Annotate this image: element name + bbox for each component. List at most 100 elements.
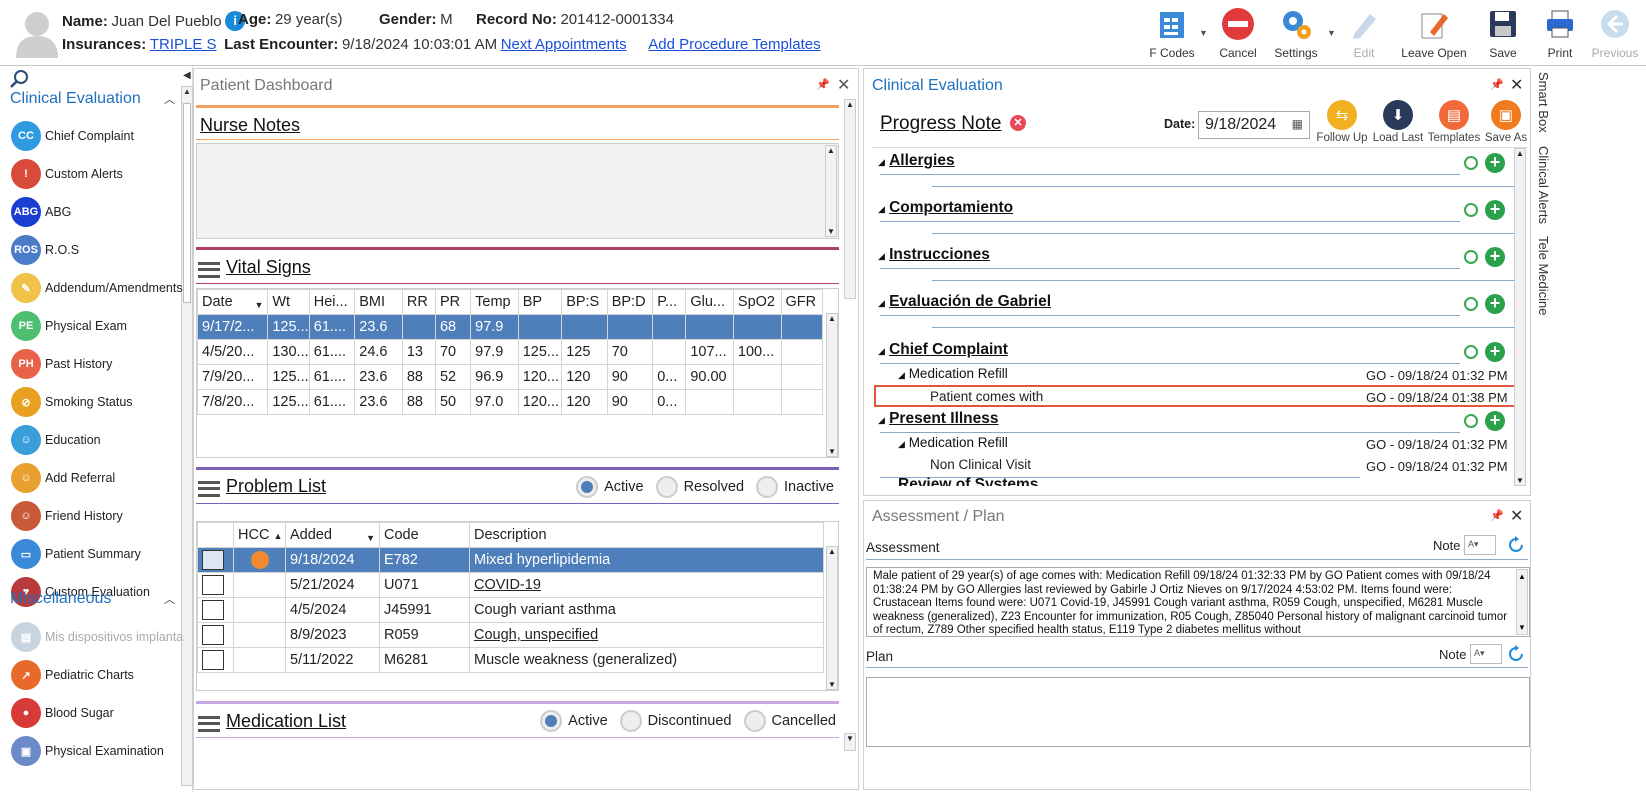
sort-dropdown-icon[interactable]: ▼: [366, 533, 375, 543]
row-checkbox[interactable]: [197, 572, 234, 598]
fcodes-button[interactable]: F Codes: [1140, 4, 1204, 62]
problem-description[interactable]: COVID-19: [469, 572, 824, 598]
present-illness-section[interactable]: ◢ Present Illness: [878, 410, 999, 428]
refresh-icon[interactable]: [1506, 644, 1526, 664]
load-last-button[interactable]: ⬇ Load Last: [1368, 100, 1428, 144]
row-checkbox[interactable]: [197, 647, 234, 673]
radio-inactive[interactable]: Inactive: [756, 476, 834, 498]
add-procedure-templates-link[interactable]: Add Procedure Templates: [648, 36, 820, 53]
add-icon[interactable]: +: [1485, 247, 1505, 267]
smart-box-tab[interactable]: Smart Box: [1536, 72, 1551, 133]
table-row[interactable]: 4/5/20... 130... 61.... 24.6 13 70 97.9 125... 1…: [197, 339, 824, 365]
sort-asc-icon[interactable]: ▲: [273, 531, 282, 541]
add-icon[interactable]: +: [1485, 200, 1505, 220]
close-icon[interactable]: ✕: [1510, 506, 1523, 526]
cc-medication-refill[interactable]: ◢ Medication Refill: [898, 366, 1008, 381]
radio-discontinued[interactable]: Discontinued: [619, 710, 732, 732]
collapse-section-icon[interactable]: ︿: [164, 91, 175, 107]
nav-item-abg[interactable]: ABG ABG: [0, 193, 178, 231]
nav-item-physical-examination[interactable]: ▣ Physical Examination: [0, 732, 178, 770]
edit-button[interactable]: Edit: [1332, 4, 1396, 62]
radio-button[interactable]: [540, 710, 563, 732]
column-header[interactable]: BMI: [354, 289, 403, 315]
nav-scrollbar[interactable]: ▲: [181, 86, 193, 786]
clinical-evaluation-section[interactable]: Clinical Evaluation: [10, 90, 141, 108]
add-icon[interactable]: +: [1485, 294, 1505, 314]
column-header[interactable]: Added ▼: [285, 522, 380, 548]
table-row[interactable]: 9/18/2024 E782 Mixed hyperlipidemia: [197, 547, 824, 573]
radio-button[interactable]: [756, 476, 779, 498]
miscellaneous-section[interactable]: Miscellaneous: [10, 590, 111, 608]
review-of-systems-section[interactable]: Review of Systems: [898, 476, 1038, 486]
save-as-button[interactable]: ▣ Save As: [1476, 100, 1536, 144]
assessment-note-dropdown[interactable]: A▾: [1464, 535, 1496, 555]
problem-description[interactable]: Cough, unspecified: [469, 622, 824, 648]
nav-item-past-history[interactable]: PH Past History: [0, 345, 178, 383]
nav-item-physical-exam[interactable]: PE Physical Exam: [0, 307, 178, 345]
print-button[interactable]: Print: [1532, 4, 1588, 62]
settings-button[interactable]: Settings: [1264, 4, 1328, 62]
search-icon[interactable]: [9, 69, 29, 89]
column-header[interactable]: GFR: [780, 289, 824, 315]
dashboard-scrollbar[interactable]: ▲: [844, 99, 856, 299]
nav-item-patient-summary[interactable]: ▭ Patient Summary: [0, 535, 178, 573]
column-header[interactable]: Code: [379, 522, 470, 548]
alarm-icon[interactable]: [1464, 345, 1478, 359]
column-header[interactable]: [197, 522, 234, 548]
nav-item-add-referral[interactable]: ☺ Add Referral: [0, 459, 178, 497]
collapse-nav-icon[interactable]: ◀: [183, 70, 191, 81]
table-row[interactable]: 8/9/2023 R059 Cough, unspecified: [197, 622, 824, 648]
close-icon[interactable]: ✕: [837, 75, 850, 95]
menu-icon[interactable]: [198, 715, 220, 732]
previous-button[interactable]: Previous: [1584, 4, 1646, 62]
column-header[interactable]: Description: [469, 522, 824, 548]
follow-up-button[interactable]: ⇆ Follow Up: [1312, 100, 1372, 144]
nav-item-friend-history[interactable]: ☺ Friend History: [0, 497, 178, 535]
column-header[interactable]: Wt: [267, 289, 310, 315]
add-icon[interactable]: +: [1485, 153, 1505, 173]
column-header[interactable]: BP:S: [561, 289, 608, 315]
insurance-link[interactable]: TRIPLE S: [150, 36, 217, 53]
radio-button[interactable]: [576, 476, 599, 498]
add-chief-complaint-icon[interactable]: +: [1485, 342, 1505, 362]
alarm-icon[interactable]: [1464, 297, 1478, 311]
templates-button[interactable]: ▤ Templates: [1424, 100, 1484, 144]
section-allergies[interactable]: ◢ Allergies: [878, 152, 955, 170]
column-header[interactable]: RR: [401, 289, 436, 315]
column-header[interactable]: Glu...: [685, 289, 734, 315]
dashboard-scroll-down[interactable]: ▼: [844, 733, 856, 751]
clinical-tree-scrollbar[interactable]: ▲ ▼: [1514, 148, 1526, 486]
radio-cancelled[interactable]: Cancelled: [743, 710, 836, 732]
chief-complaint-section[interactable]: ◢ Chief Complaint: [878, 341, 1008, 359]
nav-item-blood-sugar[interactable]: ● Blood Sugar: [0, 694, 178, 732]
table-row[interactable]: 9/17/2... 125... 61.... 23.6 68 97.9: [197, 314, 824, 340]
nurse-notes-textarea[interactable]: ▲ ▼: [196, 143, 839, 239]
pin-icon[interactable]: 📌: [1490, 78, 1504, 91]
table-row[interactable]: 5/21/2024 U071 COVID-19: [197, 572, 824, 598]
plan-note-dropdown[interactable]: A▾: [1470, 644, 1502, 664]
date-field[interactable]: 9/18/2024 ▦: [1198, 111, 1310, 139]
pi-item-label[interactable]: Non Clinical Visit: [930, 457, 1031, 472]
calendar-icon[interactable]: ▦: [1292, 117, 1303, 131]
assessment-textarea[interactable]: Male patient of 29 year(s) of age comes …: [866, 567, 1530, 637]
section-comportamiento[interactable]: ◢ Comportamiento: [878, 199, 1013, 217]
section-instrucciones[interactable]: ◢ Instrucciones: [878, 246, 990, 264]
alarm-icon[interactable]: [1464, 203, 1478, 217]
nav-item-chief-complaint[interactable]: CC Chief Complaint: [0, 117, 178, 155]
add-present-illness-icon[interactable]: +: [1485, 411, 1505, 431]
nav-item-pediatric-charts[interactable]: ↗ Pediatric Charts: [0, 656, 178, 694]
cancel-button[interactable]: Cancel: [1206, 4, 1270, 62]
column-header[interactable]: BP:D: [606, 289, 654, 315]
column-header[interactable]: Date ▼: [197, 289, 269, 315]
pin-icon[interactable]: 📌: [816, 78, 830, 91]
radio-button[interactable]: [743, 710, 766, 732]
column-header[interactable]: HCC ▲: [233, 522, 286, 548]
alarm-icon[interactable]: [1464, 250, 1478, 264]
column-header[interactable]: PR: [434, 289, 472, 315]
table-row[interactable]: 4/5/2024 J45991 Cough variant asthma: [197, 597, 824, 623]
nav-item-custom-alerts[interactable]: ! Custom Alerts: [0, 155, 178, 193]
nav-item-education[interactable]: ☺ Education: [0, 421, 178, 459]
radio-active[interactable]: Active: [576, 476, 644, 498]
nav-item-r-o-s[interactable]: ROS R.O.S: [0, 231, 178, 269]
tele-medicine-tab[interactable]: Tele Medicine: [1536, 236, 1551, 316]
